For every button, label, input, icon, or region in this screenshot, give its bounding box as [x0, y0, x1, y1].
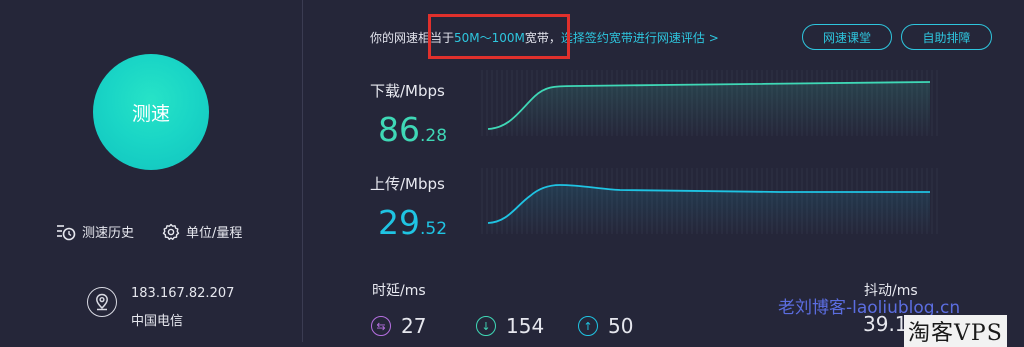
- swap-icon: ⇆: [371, 316, 391, 336]
- gear-icon: [162, 223, 180, 240]
- latency-down-value: 154: [506, 314, 545, 338]
- test-history-label: 测速历史: [82, 226, 135, 241]
- speed-classroom-label: 网速课堂: [822, 30, 871, 45]
- unit-range-button[interactable]: 单位/量程: [162, 222, 242, 241]
- latency-download: ↓ 154: [476, 314, 544, 338]
- self-troubleshoot-label: 自助排障: [922, 30, 971, 45]
- latency-idle-value: 27: [401, 314, 427, 338]
- location-pin-icon: [87, 287, 117, 317]
- isp-name: 中国电信: [131, 314, 184, 329]
- speed-test-label: 测速: [131, 102, 170, 125]
- speed-classroom-button[interactable]: 网速课堂: [802, 24, 892, 50]
- latency-idle: ⇆ 27: [371, 314, 426, 338]
- ip-address: 183.167.82.207: [131, 286, 235, 301]
- upload-dec: .52: [420, 219, 448, 239]
- upload-value: 29.52: [378, 206, 447, 239]
- download-speed-graph: [480, 70, 940, 136]
- download-dec: .28: [420, 126, 448, 146]
- test-history-button[interactable]: 测速历史: [56, 222, 134, 241]
- highlight-annotation-box: [428, 14, 570, 59]
- arrow-down-icon: ↓: [476, 316, 496, 336]
- plan-evaluation-link[interactable]: 选择签约宽带进行网速评估 >: [561, 31, 719, 45]
- latency-up-value: 50: [608, 314, 634, 338]
- panel-divider: [302, 0, 303, 342]
- download-label: 下载/Mbps: [370, 82, 445, 100]
- download-value: 86.28: [378, 113, 447, 146]
- upload-speed-graph: [480, 168, 940, 234]
- self-troubleshoot-button[interactable]: 自助排障: [901, 24, 992, 50]
- history-icon: [57, 224, 76, 240]
- unit-range-label: 单位/量程: [186, 226, 243, 241]
- arrow-up-icon: ↑: [578, 316, 598, 336]
- download-int: 86: [378, 110, 420, 149]
- upload-label: 上传/Mbps: [370, 175, 445, 193]
- brand-watermark: 淘客VPS: [904, 315, 1007, 347]
- latency-upload: ↑ 50: [578, 314, 633, 338]
- latency-label: 时延/ms: [372, 283, 426, 299]
- upload-int: 29: [378, 203, 420, 242]
- speed-test-button[interactable]: 测速: [93, 54, 209, 170]
